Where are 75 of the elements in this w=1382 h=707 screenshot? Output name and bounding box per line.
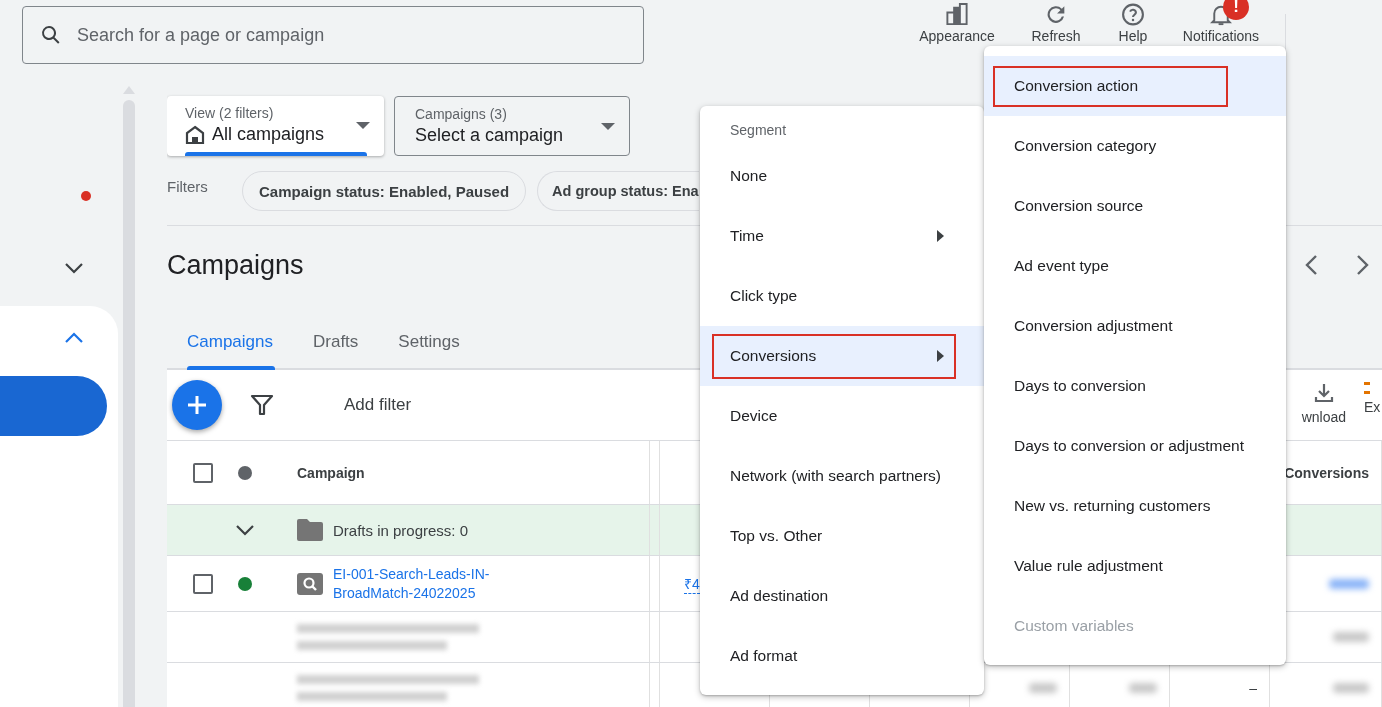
add-filter-button[interactable]: Add filter bbox=[338, 394, 418, 416]
menu-item[interactable]: Conversion action bbox=[984, 56, 1286, 116]
dropdown-arrow-icon bbox=[356, 122, 370, 129]
export-icon bbox=[1364, 382, 1370, 394]
checkbox[interactable] bbox=[192, 573, 213, 594]
view-value: All campaigns bbox=[212, 124, 325, 145]
chevron-up-icon[interactable] bbox=[64, 332, 84, 344]
nav-item[interactable] bbox=[0, 376, 107, 436]
menu-item[interactable]: Time bbox=[700, 206, 984, 266]
export-button[interactable]: Ex bbox=[1364, 382, 1382, 415]
download-button[interactable]: wnload bbox=[1301, 382, 1346, 425]
redacted-text bbox=[1333, 683, 1369, 693]
column-header[interactable]: Campaign bbox=[297, 464, 365, 481]
campaign-selector[interactable]: Campaigns (3) Select a campaign bbox=[394, 96, 630, 156]
group-label: Drafts in progress: 0 bbox=[333, 521, 469, 539]
alert-dot bbox=[81, 191, 91, 201]
campaign-link[interactable]: EI-001-Search-Leads-IN-BroadMatch-24022025 bbox=[333, 564, 513, 603]
menu-item[interactable]: Conversions bbox=[700, 326, 984, 386]
menu-item[interactable]: Click type bbox=[700, 266, 984, 326]
redacted-text bbox=[1129, 683, 1157, 693]
filter-chip[interactable]: Ad group status: Ena bbox=[537, 171, 699, 211]
folder-icon bbox=[297, 519, 323, 541]
appearance-button[interactable]: Appearance bbox=[912, 0, 1002, 44]
menu-item[interactable]: Days to conversion bbox=[984, 356, 1286, 416]
search-field[interactable]: Search for a page or campaign bbox=[22, 6, 644, 64]
redacted-text bbox=[1029, 683, 1057, 693]
plus-icon bbox=[185, 393, 209, 417]
add-button[interactable] bbox=[172, 380, 222, 430]
chevron-down-icon[interactable] bbox=[64, 262, 84, 274]
search-campaign-icon bbox=[297, 572, 323, 595]
refresh-button[interactable]: Refresh bbox=[1021, 0, 1091, 44]
search-input[interactable]: Search for a page or campaign bbox=[75, 23, 627, 47]
menu-item[interactable]: Network (with search partners) bbox=[700, 446, 984, 506]
menu-item[interactable]: Conversion adjustment bbox=[984, 296, 1286, 356]
dropdown-arrow-icon bbox=[601, 123, 615, 130]
menu-item[interactable]: New vs. returning customers bbox=[984, 476, 1286, 536]
notifications-button[interactable]: Notifications ! bbox=[1171, 0, 1271, 44]
home-icon bbox=[185, 124, 205, 145]
tab[interactable]: Campaigns bbox=[167, 316, 293, 368]
menu-item[interactable]: Ad event type bbox=[984, 236, 1286, 296]
download-icon bbox=[1312, 382, 1335, 404]
campaign-selector-value: Select a campaign bbox=[415, 125, 564, 146]
tab[interactable]: Settings bbox=[378, 316, 480, 368]
menu-item[interactable]: None bbox=[700, 146, 984, 206]
redacted-text bbox=[1329, 578, 1369, 589]
filters-label: Filters bbox=[167, 178, 209, 195]
status-icon bbox=[237, 465, 252, 480]
chevron-down-icon[interactable] bbox=[234, 524, 255, 536]
filter-chip[interactable]: Campaign status: Enabled, Paused bbox=[242, 171, 527, 211]
filter-icon[interactable] bbox=[250, 393, 274, 417]
menu-item[interactable]: Conversion source bbox=[984, 176, 1286, 236]
table-cell: – bbox=[1249, 680, 1257, 696]
menu-item[interactable]: Value rule adjustment bbox=[984, 536, 1286, 596]
menu-item[interactable]: Days to conversion or adjustment bbox=[984, 416, 1286, 476]
campaign-selector-label: Campaigns (3) bbox=[415, 106, 508, 122]
page-title: Campaigns bbox=[167, 249, 304, 281]
menu-item[interactable]: Conversion category bbox=[984, 116, 1286, 176]
budget-link[interactable]: ₹4 bbox=[684, 573, 700, 594]
menu-item[interactable]: Ad destination bbox=[700, 566, 984, 626]
chevron-left-icon[interactable] bbox=[1304, 254, 1318, 276]
help-button[interactable]: Help bbox=[1108, 0, 1158, 44]
column-header[interactable]: Conversions bbox=[1284, 464, 1369, 481]
alert-badge: ! bbox=[1223, 0, 1249, 20]
menu-item[interactable]: Ad format bbox=[700, 626, 984, 686]
bar-chart-icon bbox=[944, 2, 970, 27]
chevron-right-icon[interactable] bbox=[1356, 254, 1370, 276]
view-selector[interactable]: View (2 filters) All campaigns bbox=[167, 96, 384, 156]
tab[interactable]: Drafts bbox=[293, 316, 379, 368]
checkbox[interactable] bbox=[192, 462, 213, 483]
menu-header: Segment bbox=[729, 121, 788, 140]
redacted-text bbox=[1333, 632, 1369, 642]
view-label: View (2 filters) bbox=[185, 105, 275, 121]
help-icon bbox=[1119, 2, 1147, 27]
menu-item[interactable]: Device bbox=[700, 386, 984, 446]
menu-item[interactable]: Top vs. Other bbox=[700, 506, 984, 566]
